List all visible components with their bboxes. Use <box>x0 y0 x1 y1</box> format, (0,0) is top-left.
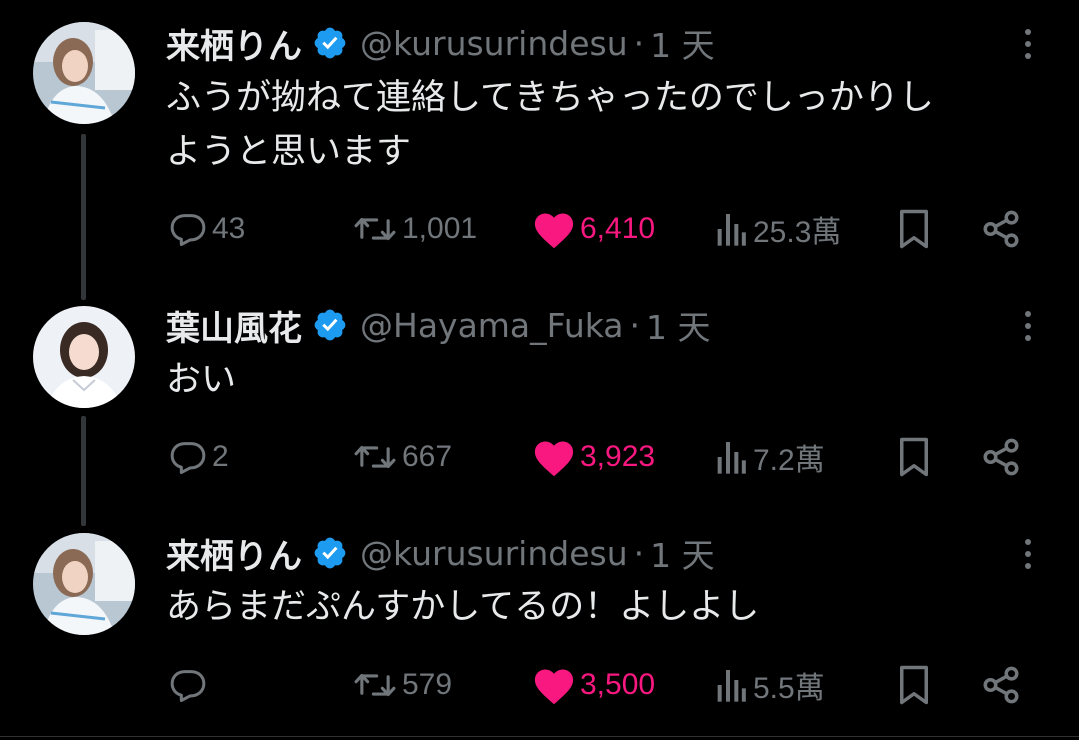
retweet-icon <box>354 445 396 469</box>
timestamp[interactable]: 1 天 <box>646 301 711 349</box>
tweet-text: おい <box>166 353 1056 407</box>
retweet-icon <box>354 673 396 697</box>
separator-dot: · <box>633 23 645 63</box>
reply-button[interactable]: 43 <box>168 204 245 254</box>
share-button[interactable] <box>980 432 1022 482</box>
avatar-photo-icon <box>33 306 135 408</box>
avatar[interactable] <box>33 533 135 635</box>
bookmark-button[interactable] <box>895 660 933 710</box>
more-vertical-icon[interactable] <box>1016 306 1040 346</box>
share-icon <box>983 666 1019 704</box>
bookmark-button[interactable] <box>895 204 933 254</box>
reply-button[interactable] <box>168 660 212 710</box>
views-bar-chart-icon <box>717 442 746 474</box>
divider <box>0 736 1079 737</box>
view-count: 7.2萬 <box>753 444 825 477</box>
views-bar-chart-icon <box>717 214 746 246</box>
more-vertical-icon[interactable] <box>1016 534 1040 574</box>
display-name[interactable]: 来栖りん <box>166 529 302 578</box>
views-button[interactable]: 7.2萬 <box>713 432 825 482</box>
reply-count: 43 <box>212 212 246 245</box>
retweet-icon <box>354 217 396 241</box>
tweet-text: あらまだぷんすかしてるの！よしよし <box>166 580 1056 634</box>
retweet-button[interactable]: 667 <box>352 432 452 482</box>
avatar[interactable] <box>33 22 135 124</box>
action-bar: 43 1,001 6,410 25.3萬 <box>0 204 1079 254</box>
tweet-text-line: ようと思います <box>166 132 412 172</box>
tweet-text-line: あらまだぷんすかしてるの！よしよし <box>166 587 760 627</box>
avatar-photo-icon <box>33 22 135 124</box>
reply-bubble-icon <box>170 670 206 702</box>
retweet-count: 579 <box>402 668 453 701</box>
tweet-text-line: ふうが拗ねて連絡してきちゃったのでしっかりし <box>166 78 934 118</box>
retweet-count: 1,001 <box>402 212 478 245</box>
bookmark-button[interactable] <box>895 432 933 482</box>
tweet-text: ふうが拗ねて連絡してきちゃったのでしっかりし ようと思います <box>166 71 1056 179</box>
view-count: 5.5萬 <box>753 672 825 705</box>
like-button[interactable]: 6,410 <box>532 204 655 254</box>
display-name[interactable]: 葉山風花 <box>166 301 302 350</box>
reply-bubble-icon <box>170 442 206 474</box>
views-button[interactable]: 5.5萬 <box>713 660 825 710</box>
action-bar: 579 3,500 5.5萬 <box>0 660 1079 710</box>
avatar[interactable] <box>33 306 135 408</box>
share-icon <box>983 210 1019 248</box>
user-handle[interactable]: @kurusurindesu <box>360 24 628 63</box>
user-handle[interactable]: @Hayama_Fuka <box>360 306 624 345</box>
bookmark-icon <box>900 437 928 477</box>
heart-icon <box>534 669 574 705</box>
like-button[interactable]: 3,923 <box>532 432 655 482</box>
like-count: 3,500 <box>580 668 656 701</box>
avatar-photo-icon <box>33 533 135 635</box>
views-bar-chart-icon <box>717 670 746 702</box>
like-count: 3,923 <box>580 440 656 473</box>
reply-bubble-icon <box>170 214 206 246</box>
views-button[interactable]: 25.3萬 <box>713 204 841 254</box>
view-count: 25.3萬 <box>753 216 842 249</box>
tweet-text-line: おい <box>166 360 237 400</box>
retweet-count: 667 <box>402 440 453 473</box>
separator-dot: · <box>633 533 645 573</box>
user-handle[interactable]: @kurusurindesu <box>360 534 628 573</box>
like-button[interactable]: 3,500 <box>532 660 655 710</box>
like-count: 6,410 <box>580 212 656 245</box>
heart-icon <box>534 213 574 249</box>
timestamp[interactable]: 1 天 <box>650 529 715 577</box>
retweet-button[interactable]: 1,001 <box>352 204 477 254</box>
share-button[interactable] <box>980 660 1022 710</box>
timestamp[interactable]: 1 天 <box>650 19 715 67</box>
more-vertical-icon[interactable] <box>1016 24 1040 64</box>
action-bar: 2 667 3,923 7.2萬 <box>0 432 1079 482</box>
share-button[interactable] <box>980 204 1022 254</box>
verified-badge-icon <box>314 537 346 569</box>
separator-dot: · <box>629 305 641 345</box>
reply-button[interactable]: 2 <box>168 432 229 482</box>
retweet-button[interactable]: 579 <box>352 660 452 710</box>
bookmark-icon <box>900 665 928 705</box>
reply-count: 2 <box>212 440 229 473</box>
share-icon <box>983 438 1019 476</box>
heart-icon <box>534 441 574 477</box>
verified-badge-icon <box>314 309 346 341</box>
verified-badge-icon <box>314 27 346 59</box>
bookmark-icon <box>900 209 928 249</box>
display-name[interactable]: 来栖りん <box>166 19 302 68</box>
